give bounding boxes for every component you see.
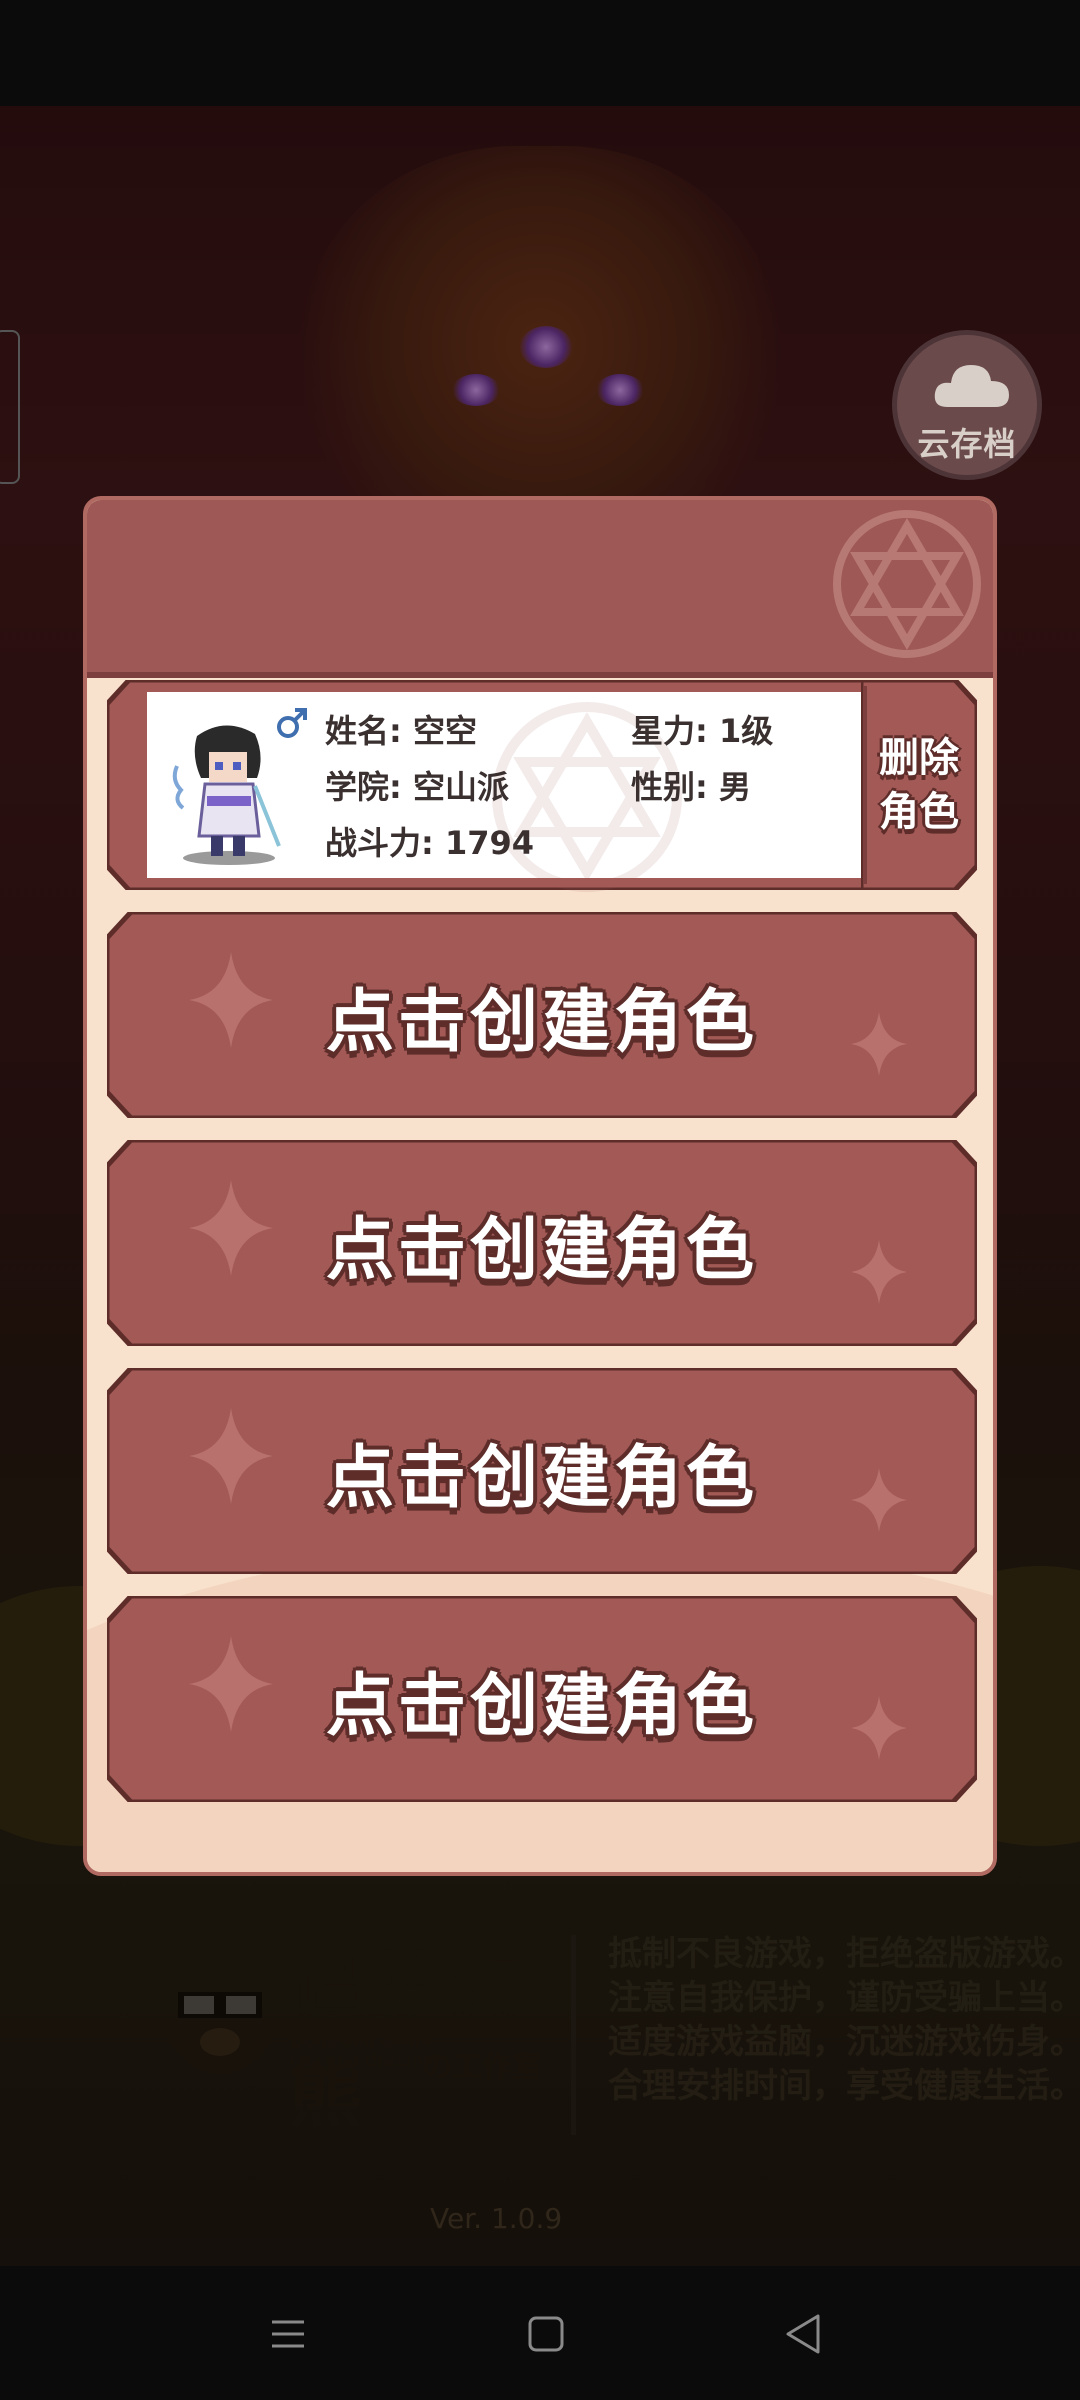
- create-character-label: 点击创建角色: [325, 982, 758, 1062]
- create-character-label: 点击创建角色: [325, 1666, 758, 1746]
- studio-subtitle: Dogs and bears chasing dreams: [290, 2031, 433, 2072]
- notice-line: 注意自我保护，谨防受骗上当。: [608, 1978, 1080, 2018]
- delete-character-button[interactable]: 删除 角色: [858, 677, 980, 893]
- navigation-bar: [0, 2266, 1080, 2400]
- back-icon[interactable]: [774, 2306, 834, 2362]
- notice-line: 抵制不良游戏，拒绝盗版游戏。: [608, 1934, 1080, 1974]
- create-character-slot-5[interactable]: 点击创建角色: [107, 1596, 977, 1802]
- delete-label-line2: 角色: [879, 789, 959, 835]
- create-character-slot-4[interactable]: 点击创建角色: [107, 1368, 977, 1574]
- cloud-icon: [934, 365, 1009, 407]
- notice-line: 合理安排时间，享受健康生活。: [608, 2066, 1080, 2106]
- create-character-label: 点击创建角色: [325, 1438, 758, 1518]
- panel-header: [87, 500, 993, 678]
- character-select-panel: 姓名: 空空 星力: 1级 学院: 空山派 性别: 男 战斗力: 1794 删除…: [83, 496, 997, 1876]
- create-character-label: 点击创建角色: [325, 1210, 758, 1290]
- character-school: 学院: 空山派: [325, 768, 509, 806]
- notice-line: 适度游戏益脑，沉迷游戏伤身。: [608, 2022, 1080, 2062]
- cloud-save-button[interactable]: 云存档: [892, 330, 1042, 480]
- bear-logo-icon: [162, 1938, 278, 2074]
- character-avatar: [172, 725, 281, 865]
- delete-label-line1: 删除: [879, 735, 959, 781]
- create-character-slot-3[interactable]: 点击创建角色: [107, 1140, 977, 1346]
- character-star-level: 星力: 1级: [631, 712, 774, 750]
- studio-logo: 追梦狗熊 Dogs and bears chasing dreams の工作室: [160, 1920, 580, 2140]
- create-character-slot-2[interactable]: 点击创建角色: [107, 912, 977, 1118]
- delete-button-label: 删除 角色: [861, 680, 977, 890]
- version-label: Ver. 1.0.9: [430, 2202, 563, 2235]
- footer-divider: [571, 1935, 576, 2135]
- health-notice: 抵制不良游戏，拒绝盗版游戏。 注意自我保护，谨防受骗上当。 适度游戏益脑，沉迷游…: [608, 1932, 1080, 2108]
- side-handle[interactable]: [0, 330, 20, 484]
- cloud-save-label: 云存档: [917, 425, 1017, 463]
- character-info: 姓名: 空空 星力: 1级 学院: 空山派 性别: 男 战斗力: 1794: [147, 692, 887, 892]
- character-name: 姓名: 空空: [325, 712, 477, 750]
- hexagram-icon: [833, 510, 981, 658]
- male-icon: [277, 708, 307, 738]
- character-gender: 性别: 男: [631, 768, 751, 806]
- menu-icon[interactable]: [258, 2306, 318, 2362]
- character-power: 战斗力: 1794: [325, 824, 535, 862]
- home-icon[interactable]: [516, 2306, 576, 2362]
- status-bar: [0, 0, 1080, 106]
- character-slot-1[interactable]: 姓名: 空空 星力: 1级 学院: 空山派 性别: 男 战斗力: 1794 删除…: [104, 677, 980, 893]
- studio-suffix: の工作室: [422, 2050, 542, 2085]
